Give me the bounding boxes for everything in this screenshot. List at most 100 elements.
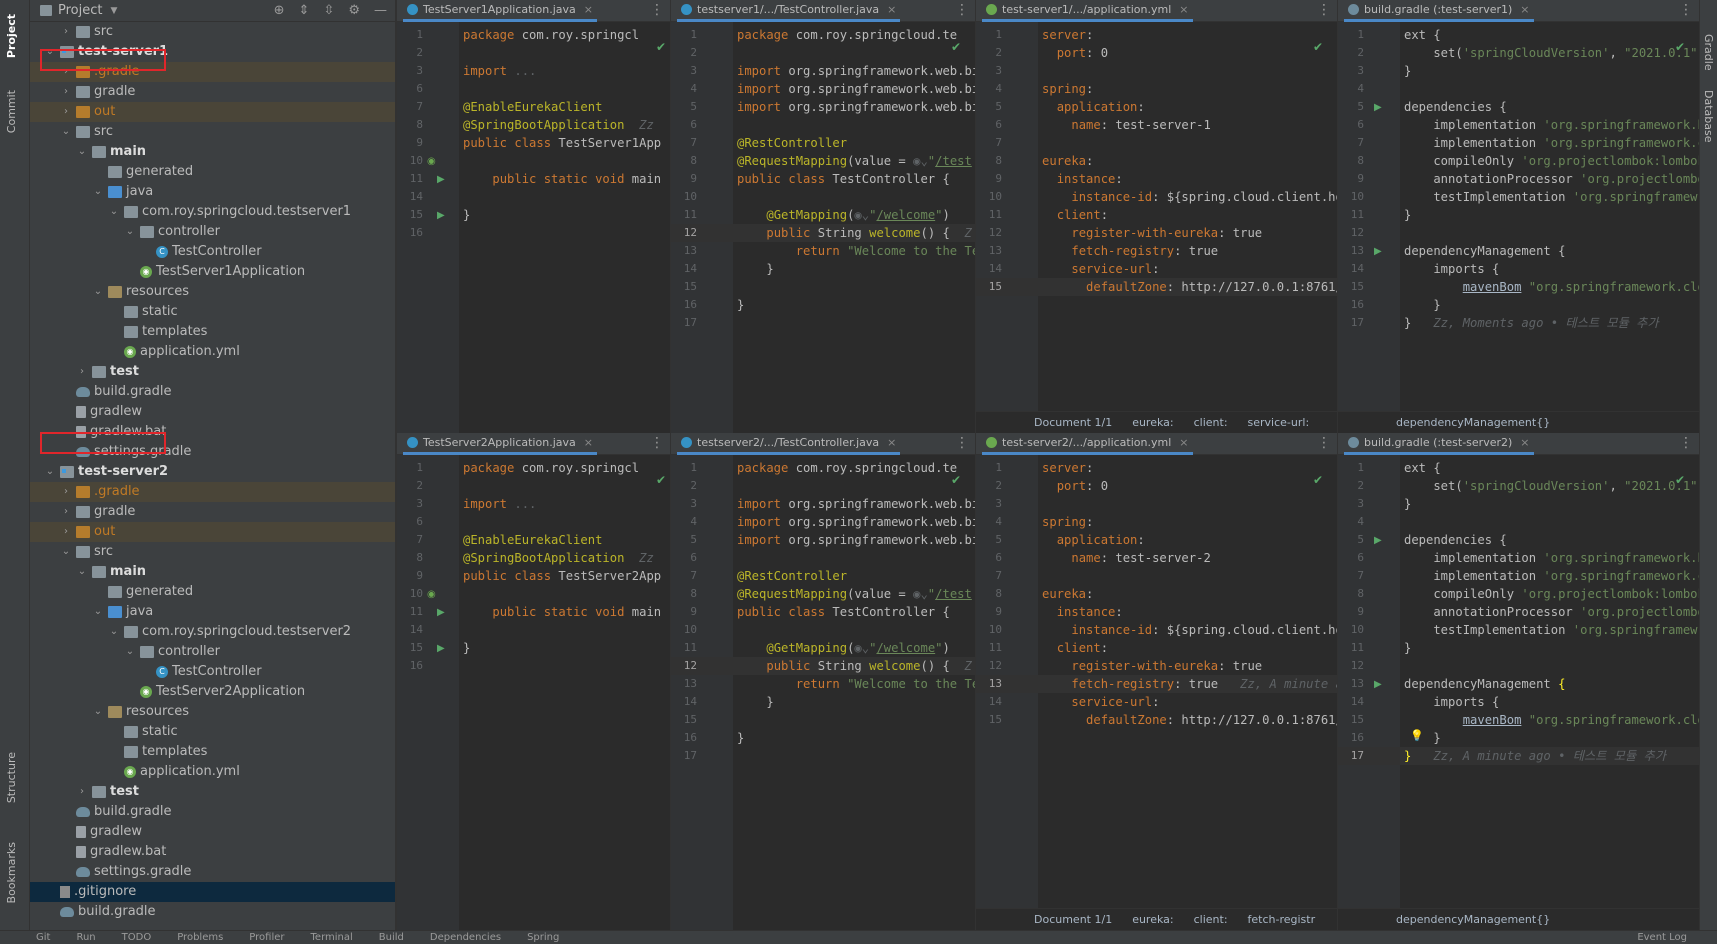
code-line[interactable]: 8 @SpringBootApplication Zz bbox=[397, 116, 670, 134]
code-line[interactable]: 14 service-url: bbox=[976, 260, 1337, 278]
code-line[interactable]: 15 mavenBom "org.springframework.clo bbox=[1338, 278, 1699, 296]
tree-item[interactable]: C TestController bbox=[30, 662, 395, 682]
code-line[interactable]: 1 ext { bbox=[1338, 26, 1699, 44]
chevron-down-icon[interactable]: ⌄ bbox=[44, 462, 56, 482]
tab-menu-icon[interactable]: ⋮ bbox=[650, 435, 664, 451]
tree-item[interactable]: generated bbox=[30, 162, 395, 182]
code-line[interactable]: 8 eureka: bbox=[976, 152, 1337, 170]
run-icon[interactable]: ▶ bbox=[1374, 246, 1382, 257]
breadcrumb-item[interactable]: eureka: bbox=[1132, 913, 1173, 926]
tree-item[interactable]: generated bbox=[30, 582, 395, 602]
project-tool-tab[interactable]: Project bbox=[5, 14, 18, 58]
code-line[interactable]: 3 bbox=[976, 62, 1337, 80]
code-line[interactable]: 3 bbox=[976, 495, 1337, 513]
chevron-down-icon[interactable]: ⌄ bbox=[108, 202, 120, 222]
code-line[interactable]: 16 } bbox=[1338, 296, 1699, 314]
tree-item[interactable]: ⌄ com.roy.springcloud.testserver1 bbox=[30, 202, 395, 222]
tree-item[interactable]: gradlew bbox=[30, 402, 395, 422]
tab-menu-icon[interactable]: ⋮ bbox=[650, 2, 664, 18]
close-icon[interactable]: × bbox=[584, 3, 593, 16]
tree-item[interactable]: › src bbox=[30, 22, 395, 42]
code-line[interactable]: 13 fetch-registry: true Zz, A minute a bbox=[976, 675, 1337, 693]
chevron-down-icon[interactable]: ⌄ bbox=[76, 142, 88, 162]
breadcrumb-item[interactable]: dependencyManagement{} bbox=[1396, 416, 1550, 429]
code-line[interactable]: 12 bbox=[1338, 224, 1699, 242]
code-line[interactable]: 2 bbox=[397, 477, 670, 495]
code-line[interactable]: 15 mavenBom "org.springframework.clo bbox=[1338, 711, 1699, 729]
code-line[interactable]: 6 name: test-server-1 bbox=[976, 116, 1337, 134]
code-line[interactable]: 6 implementation 'org.springframework.b bbox=[1338, 116, 1699, 134]
code-line[interactable]: 2 set('springCloudVersion', "2021.0.1") bbox=[1338, 44, 1699, 62]
code-line[interactable]: 16 bbox=[397, 224, 670, 242]
code-line[interactable]: 14 service-url: bbox=[976, 693, 1337, 711]
chevron-down-icon[interactable]: ⌄ bbox=[60, 122, 72, 142]
code-line[interactable]: 16} bbox=[671, 296, 975, 314]
code-line[interactable]: 4 import org.springframework.web.bi bbox=[671, 80, 975, 98]
inspection-ok-icon[interactable]: ✔ bbox=[951, 473, 961, 487]
tab-menu-icon[interactable]: ⋮ bbox=[955, 435, 969, 451]
close-icon[interactable]: × bbox=[887, 436, 896, 449]
code-line[interactable]: 9 annotationProcessor 'org.projectlombo bbox=[1338, 170, 1699, 188]
code-area[interactable]: 1 ext {2 set('springCloudVersion', "2021.… bbox=[1338, 26, 1699, 332]
code-line[interactable]: 5 application: bbox=[976, 531, 1337, 549]
code-line[interactable]: 1 package com.roy.springcloud.te bbox=[671, 26, 975, 44]
close-icon[interactable]: × bbox=[1520, 3, 1529, 16]
locate-icon[interactable]: ⊕ bbox=[274, 3, 285, 18]
code-line[interactable]: 8 compileOnly 'org.projectlombok:lombok bbox=[1338, 152, 1699, 170]
editor-tab[interactable]: testserver2/.../TestController.java × bbox=[677, 433, 901, 455]
code-line[interactable]: 17 bbox=[671, 314, 975, 332]
chevron-down-icon[interactable]: ⌄ bbox=[92, 182, 104, 202]
code-line[interactable]: 12 register-with-eureka: true bbox=[976, 224, 1337, 242]
tool-button-build[interactable]: Build bbox=[379, 932, 404, 943]
code-line[interactable]: 6 bbox=[671, 549, 975, 567]
chevron-right-icon[interactable]: › bbox=[60, 522, 72, 542]
tree-item[interactable]: › out bbox=[30, 102, 395, 122]
code-line[interactable]: 9 public class TestServer1App bbox=[397, 134, 670, 152]
code-line[interactable]: 5 dependencies { bbox=[1338, 98, 1699, 116]
code-line[interactable]: 7 @EnableEurekaClient bbox=[397, 98, 670, 116]
code-line[interactable]: 3} bbox=[1338, 62, 1699, 80]
gear-icon[interactable]: ⚙ bbox=[348, 3, 360, 18]
code-line[interactable]: 11 client: bbox=[976, 639, 1337, 657]
event-log-button[interactable]: Event Log bbox=[1637, 932, 1687, 943]
commit-tool-tab[interactable]: Commit bbox=[5, 90, 18, 133]
code-line[interactable]: 13 dependencyManagement { bbox=[1338, 675, 1699, 693]
code-line[interactable]: 7 bbox=[976, 134, 1337, 152]
run-icon[interactable]: ▶ bbox=[437, 607, 445, 618]
tree-item[interactable]: C TestController bbox=[30, 242, 395, 262]
breadcrumb-item[interactable]: Document 1/1 bbox=[1034, 913, 1112, 926]
tree-item[interactable]: ⌄ main bbox=[30, 562, 395, 582]
code-line[interactable]: 15 bbox=[671, 278, 975, 296]
code-line[interactable]: 12 bbox=[1338, 657, 1699, 675]
inspection-ok-icon[interactable]: ✔ bbox=[1313, 40, 1323, 54]
code-area[interactable]: 1 package com.roy.springcloud.te 2 3 import … bbox=[671, 26, 975, 332]
chevron-down-icon[interactable]: ⌄ bbox=[124, 222, 136, 242]
tree-item[interactable]: gradlew.bat bbox=[30, 842, 395, 862]
code-line[interactable]: 14 bbox=[397, 188, 670, 206]
run-icon[interactable]: ▶ bbox=[437, 210, 445, 221]
inspection-ok-icon[interactable]: ✔ bbox=[656, 473, 666, 487]
code-line[interactable]: 14 imports { bbox=[1338, 693, 1699, 711]
code-line[interactable]: 12 public String welcome() { Z bbox=[671, 657, 975, 675]
code-line[interactable]: 7 implementation 'org.springframework.c bbox=[1338, 134, 1699, 152]
chevron-down-icon[interactable]: ▼ bbox=[110, 6, 117, 16]
code-line[interactable]: 1 server: bbox=[976, 459, 1337, 477]
tree-item[interactable]: build.gradle bbox=[30, 802, 395, 822]
code-line[interactable]: 13 return "Welcome to the Te bbox=[671, 242, 975, 260]
code-line[interactable]: 4 import org.springframework.web.bi bbox=[671, 513, 975, 531]
code-line[interactable]: 7 implementation 'org.springframework.c bbox=[1338, 567, 1699, 585]
run-icon[interactable]: ▶ bbox=[437, 174, 445, 185]
chevron-right-icon[interactable]: › bbox=[76, 782, 88, 802]
code-line[interactable]: 7 @RestController bbox=[671, 567, 975, 585]
minimize-icon[interactable]: — bbox=[374, 3, 387, 18]
chevron-down-icon[interactable]: ⌄ bbox=[60, 542, 72, 562]
code-line[interactable]: 9 annotationProcessor 'org.projectlombo bbox=[1338, 603, 1699, 621]
code-line[interactable]: 9 public class TestController { bbox=[671, 170, 975, 188]
code-line[interactable]: 4 bbox=[1338, 513, 1699, 531]
project-panel-title[interactable]: Project bbox=[58, 3, 102, 18]
chevron-down-icon[interactable]: ⌄ bbox=[92, 702, 104, 722]
bookmarks-tool-tab[interactable]: Bookmarks bbox=[5, 842, 18, 903]
tool-button-terminal[interactable]: Terminal bbox=[311, 932, 353, 943]
code-line[interactable]: 2 port: 0 bbox=[976, 477, 1337, 495]
tool-button-dependencies[interactable]: Dependencies bbox=[430, 932, 501, 943]
